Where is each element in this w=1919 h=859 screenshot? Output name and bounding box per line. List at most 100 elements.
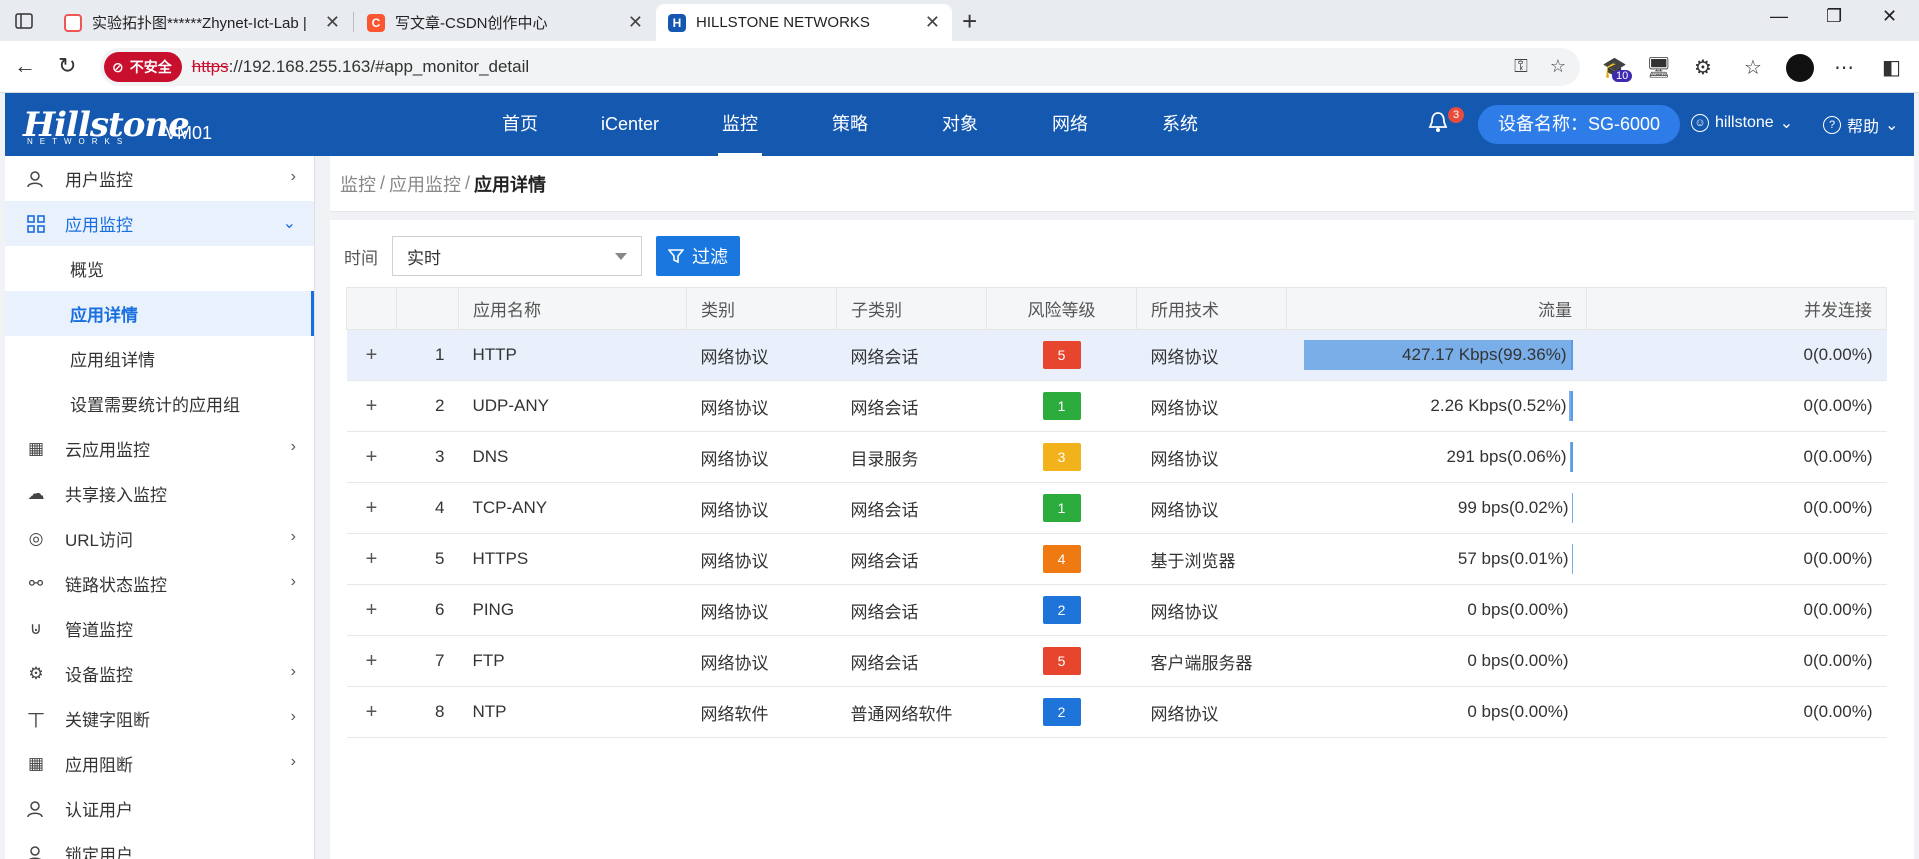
maximize-icon[interactable]: ❐ <box>1826 6 1842 27</box>
app-name[interactable]: DNS <box>458 431 687 483</box>
nav-network[interactable]: 网络 <box>1015 93 1125 156</box>
col-flow[interactable]: 流量 <box>1286 287 1587 330</box>
table-row[interactable]: +6 PING 网络协议 网络会话 2 网络协议 0 bps(0.00%) 0(0.00%) <box>346 584 1887 636</box>
expand-row-icon[interactable]: + <box>346 533 397 585</box>
breadcrumb-monitor[interactable]: 监控 <box>340 171 376 197</box>
expand-row-icon[interactable]: + <box>346 584 397 636</box>
app-name[interactable]: TCP-ANY <box>458 482 687 534</box>
insecure-badge[interactable]: ⊘ 不安全 <box>104 52 182 82</box>
nav-monitor[interactable]: 监控 <box>685 93 795 156</box>
url-text[interactable]: https://192.168.255.163/#app_monitor_det… <box>192 57 529 77</box>
table-row[interactable]: +4 TCP-ANY 网络协议 网络会话 1 网络协议 99 bps(0.02%) 0(0.0… <box>346 482 1887 534</box>
profile-avatar[interactable] <box>1786 54 1814 82</box>
nav-icenter[interactable]: iCenter <box>575 93 685 156</box>
user-menu[interactable]: ☺ hillstone ⌄ <box>1691 113 1793 133</box>
close-icon[interactable]: ✕ <box>925 12 940 33</box>
back-icon[interactable]: ← <box>14 53 36 79</box>
sidebar-item-app-detail[interactable]: 应用详情 <box>5 291 314 336</box>
nav-policy[interactable]: 策略 <box>795 93 905 156</box>
row-index: 2 <box>396 380 459 432</box>
expand-row-icon[interactable]: + <box>346 380 397 432</box>
favorites-icon[interactable]: ☆ <box>1744 55 1762 80</box>
app-name[interactable]: FTP <box>458 635 687 687</box>
close-icon[interactable]: ✕ <box>628 12 643 33</box>
time-select[interactable]: 实时 <box>392 236 642 276</box>
help-menu[interactable]: ? 帮助 ⌄ <box>1823 113 1898 137</box>
col-category[interactable]: 类别 <box>686 287 837 330</box>
browser-tab-lab[interactable]: 实验拓扑图******Zhynet-Ict-Lab | ✕ <box>52 4 352 41</box>
sidebar-item-auth-user[interactable]: 认证用户 <box>5 786 314 831</box>
more-icon[interactable]: ⋯ <box>1834 55 1854 80</box>
expand-row-icon[interactable]: + <box>346 635 397 687</box>
sidebar-item-keyword-block[interactable]: 丅 关键字阻断 › <box>5 696 314 741</box>
bell-icon[interactable] <box>1428 111 1448 139</box>
expand-row-icon[interactable]: + <box>346 482 397 534</box>
device-name-pill[interactable]: 设备名称：SG-6000 <box>1478 105 1681 144</box>
app-name[interactable]: PING <box>458 584 687 636</box>
col-risk[interactable]: 风险等级 <box>986 287 1137 330</box>
col-tech[interactable]: 所用技术 <box>1136 287 1287 330</box>
tab-actions-icon[interactable] <box>12 10 36 32</box>
app-name[interactable]: NTP <box>458 686 687 738</box>
col-expand <box>346 287 397 330</box>
row-index: 3 <box>396 431 459 483</box>
nav-system[interactable]: 系统 <box>1125 93 1235 156</box>
nav-object[interactable]: 对象 <box>905 93 1015 156</box>
tab-title: 写文章-CSDN创作中心 <box>395 15 548 32</box>
sidebar-item-bind-user[interactable]: 锁定用户 <box>5 831 314 859</box>
table-row[interactable]: +8 NTP 网络软件 普通网络软件 2 网络协议 0 bps(0.00%) 0(0.00%) <box>346 686 1887 738</box>
device-id: VM01 <box>165 123 213 143</box>
sidebar-item-overview[interactable]: 概览 <box>5 246 314 291</box>
flow-bar-fill <box>1569 391 1571 421</box>
expand-row-icon[interactable]: + <box>346 329 397 381</box>
flow-value: 0 bps(0.00%) <box>1467 702 1569 721</box>
expand-row-icon[interactable]: + <box>346 431 397 483</box>
table-row[interactable]: +7 FTP 网络协议 网络会话 5 客户端服务器 0 bps(0.00%) 0(0.00%) <box>346 635 1887 687</box>
sidebar-toggle-icon[interactable]: ◧ <box>1882 55 1901 80</box>
sidebar-item-tunnel[interactable]: ⊍ 管道监控 <box>5 606 314 651</box>
sidebar-item-app-group-detail[interactable]: 应用组详情 <box>5 336 314 381</box>
app-monitor-icon <box>25 213 47 235</box>
sidebar-item-shared-access[interactable]: ☁ 共享接入监控 <box>5 471 314 516</box>
flow-bar: 99 bps(0.02%) <box>1303 493 1573 523</box>
app-category: 网络协议 <box>686 533 837 585</box>
app-name[interactable]: HTTPS <box>458 533 687 585</box>
col-concurrent[interactable]: 并发连接 <box>1586 287 1887 330</box>
minimize-icon[interactable]: — <box>1770 6 1788 27</box>
table-row[interactable]: +3 DNS 网络协议 目录服务 3 网络协议 291 bps(0.06%) 0(0.00%) <box>346 431 1887 483</box>
monitor-extension-icon[interactable]: 🖥 <box>1646 55 1671 80</box>
app-name[interactable]: UDP-ANY <box>458 380 687 432</box>
concurrent-value: 0(0.00%) <box>1586 584 1887 636</box>
sidebar-item-device-monitor[interactable]: ⚙ 设备监控 › <box>5 651 314 696</box>
col-subcategory[interactable]: 子类别 <box>836 287 987 330</box>
app-name[interactable]: HTTP <box>458 329 687 381</box>
url-bar[interactable]: ⊘ 不安全 https://192.168.255.163/#app_monit… <box>100 48 1580 86</box>
close-window-icon[interactable]: ✕ <box>1882 6 1897 27</box>
star-icon[interactable]: ☆ <box>1550 56 1566 77</box>
breadcrumb-app-monitor[interactable]: 应用监控 <box>389 171 461 197</box>
key-icon[interactable]: ⚿ <box>1514 56 1528 77</box>
sidebar-item-app-monitor[interactable]: 应用监控 ⌄ <box>5 201 314 246</box>
chevron-right-icon: › <box>290 708 296 725</box>
table-row[interactable]: +2 UDP-ANY 网络协议 网络会话 1 网络协议 2.26 Kbps(0.52%) 0(… <box>346 380 1887 432</box>
nav-home[interactable]: 首页 <box>465 93 575 156</box>
sidebar-item-app-block[interactable]: ▦ 应用阻断 › <box>5 741 314 786</box>
concurrent-value: 0(0.00%) <box>1586 380 1887 432</box>
table-row[interactable]: +5 HTTPS 网络协议 网络会话 4 基于浏览器 57 bps(0.01%) 0(0.00… <box>346 533 1887 585</box>
sidebar-item-set-app-group[interactable]: 设置需要统计的应用组 <box>5 381 314 426</box>
sidebar-item-url-access[interactable]: ◎ URL访问 › <box>5 516 314 561</box>
new-tab-icon[interactable]: + <box>962 6 977 37</box>
sidebar-item-user-monitor[interactable]: 用户监控 › <box>5 156 314 201</box>
sidebar-item-cloud-app[interactable]: ▦ 云应用监控 › <box>5 426 314 471</box>
reload-icon[interactable]: ↻ <box>58 53 76 79</box>
expand-row-icon[interactable]: + <box>346 686 397 738</box>
close-icon[interactable]: ✕ <box>325 12 340 33</box>
col-app-name[interactable]: 应用名称 <box>458 287 687 330</box>
sidebar-item-link-status[interactable]: ⚯ 链路状态监控 › <box>5 561 314 606</box>
filter-button[interactable]: 过滤 <box>656 236 740 276</box>
chevron-down-icon: ⌄ <box>282 215 296 232</box>
puzzle-icon[interactable]: ⚙ <box>1694 55 1712 80</box>
table-row[interactable]: +1 HTTP 网络协议 网络会话 5 网络协议 427.17 Kbps(99.36%) 0(… <box>346 329 1887 381</box>
browser-tab-csdn[interactable]: C 写文章-CSDN创作中心 ✕ <box>355 4 655 41</box>
browser-tab-hillstone[interactable]: H HILLSTONE NETWORKS ✕ <box>656 4 952 41</box>
